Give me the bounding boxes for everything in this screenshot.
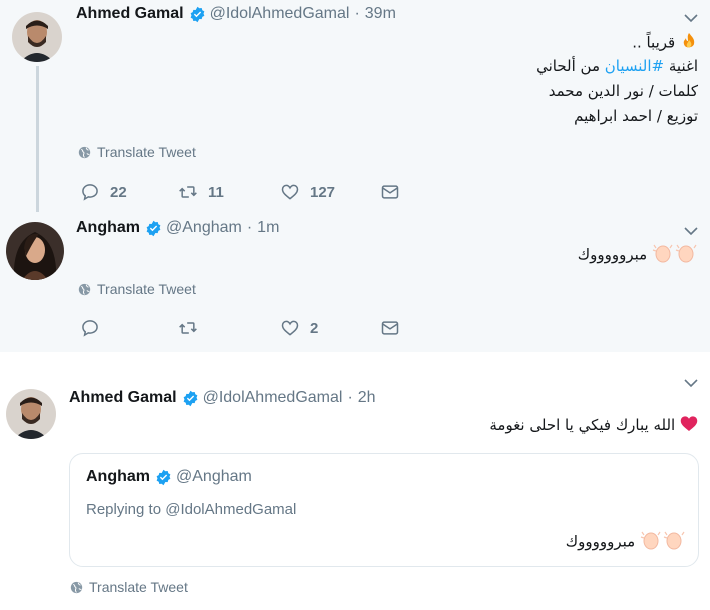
replying-to-mention[interactable]: @IdolAhmedGamal	[165, 501, 296, 518]
translate-tweet-link[interactable]: Translate Tweet	[78, 144, 196, 160]
tweet-text-line-1: قريباً ..	[632, 32, 698, 54]
verified-badge-icon	[183, 390, 197, 406]
author-name[interactable]: Ahmed Gamal	[69, 389, 177, 407]
tweet-ahmed-gamal-announcement[interactable]: Ahmed Gamal @IdolAhmedGamal · 39m قريباً…	[0, 0, 710, 214]
tweet-ahmed-gamal-quote[interactable]: Ahmed Gamal @IdolAhmedGamal · 2h الله يب…	[0, 365, 710, 610]
quoted-tweet-header: Angham @Angham	[86, 468, 252, 486]
reply-icon	[82, 184, 98, 201]
replying-to-line: Replying to @IdolAhmedGamal	[86, 501, 296, 518]
avatar-angham[interactable]	[6, 222, 64, 280]
retweet-button[interactable]: 11	[178, 182, 224, 202]
clapping-hands-emoji-icon	[652, 242, 698, 268]
avatar-ahmed-gamal[interactable]	[12, 12, 62, 62]
quoted-tweet-text-content: مبروووووك	[565, 532, 636, 551]
tweet-text: مبروووووك	[578, 242, 698, 268]
fire-emoji-icon	[680, 32, 698, 54]
retweet-button[interactable]	[178, 318, 208, 338]
replying-to-label: Replying to	[86, 501, 162, 518]
separator-dot: ·	[347, 389, 353, 406]
quoted-tweet-text: مبروووووك	[566, 529, 686, 555]
author-handle[interactable]: @IdolAhmedGamal	[210, 5, 350, 23]
translate-tweet-link[interactable]: Translate Tweet	[70, 579, 188, 595]
quoted-author-name: Angham	[86, 468, 150, 485]
verified-badge-icon	[190, 6, 204, 22]
tweet-header: Angham @Angham · 1m	[76, 219, 279, 237]
like-icon	[281, 320, 299, 336]
author-name[interactable]: Ahmed Gamal	[76, 5, 184, 23]
like-icon	[281, 184, 299, 200]
reply-button[interactable]	[80, 318, 110, 338]
like-count: 2	[310, 319, 319, 337]
tweet-angham-reply[interactable]: Angham @Angham · 1m مبروووووك Translate …	[0, 212, 710, 352]
tweet-text-composed: من ألحاني	[536, 57, 600, 75]
like-button[interactable]: 127	[280, 182, 335, 202]
translate-label: Translate Tweet	[89, 579, 188, 595]
timestamp[interactable]: 2h	[358, 389, 376, 407]
clapping-hands-emoji-icon	[640, 529, 686, 555]
reply-button[interactable]: 22	[80, 182, 127, 202]
quoted-tweet[interactable]: Angham @Angham Replying to @IdolAhmedGam…	[69, 453, 699, 567]
direct-message-button[interactable]	[380, 182, 410, 202]
retweet-count: 11	[208, 183, 224, 201]
verified-badge-icon	[156, 469, 171, 485]
direct-message-button[interactable]	[380, 318, 410, 338]
author-handle[interactable]: @Angham	[166, 219, 242, 237]
retweet-icon	[179, 186, 197, 198]
tweet-text-song: اغنية	[668, 57, 698, 75]
verified-badge-icon	[146, 220, 161, 236]
globe-icon	[78, 283, 91, 295]
tweet-header: Ahmed Gamal @IdolAhmedGamal · 39m	[76, 5, 396, 23]
reply-count: 22	[110, 183, 127, 201]
tweet-header: Ahmed Gamal @IdolAhmedGamal · 2h	[69, 389, 376, 407]
separator-dot: ·	[354, 5, 360, 22]
tweet-text-lyrics: كلمات / نور الدين محمد	[548, 82, 698, 100]
timestamp[interactable]: 39m	[365, 5, 396, 23]
quoted-author-handle: @Angham	[176, 468, 252, 485]
translate-tweet-link[interactable]: Translate Tweet	[78, 281, 196, 297]
reply-icon	[82, 320, 98, 337]
tweet-text-content: مبروووووك	[577, 245, 648, 264]
translate-label: Translate Tweet	[97, 281, 196, 297]
thread-connector-line	[36, 66, 39, 214]
globe-icon	[70, 581, 83, 593]
hashtag-link[interactable]: #النسيان	[605, 57, 664, 75]
red-heart-emoji-icon	[680, 415, 698, 436]
globe-icon	[78, 146, 91, 158]
avatar-ahmed-gamal[interactable]	[6, 389, 56, 439]
like-count: 127	[310, 183, 336, 201]
tweet-text-content: الله يبارك فيكي يا احلى نغومة	[489, 416, 676, 434]
retweet-icon	[179, 322, 197, 334]
author-name[interactable]: Angham	[76, 219, 140, 237]
tweet-text-line-2: اغنية #النسيان من ألحاني	[536, 57, 698, 75]
caret-down-icon[interactable]	[683, 226, 699, 236]
tweet-text: الله يبارك فيكي يا احلى نغومة	[489, 415, 698, 436]
caret-down-icon[interactable]	[683, 378, 699, 388]
direct-message-icon	[381, 185, 399, 199]
separator-dot: ·	[246, 219, 253, 236]
author-handle[interactable]: @IdolAhmedGamal	[203, 389, 343, 407]
timestamp[interactable]: 1m	[257, 219, 279, 237]
tweet-text-arrangement: توزيع / احمد ابراهيم	[574, 107, 698, 125]
like-button[interactable]: 2	[280, 318, 318, 338]
direct-message-icon	[381, 321, 399, 335]
caret-down-icon[interactable]	[683, 13, 699, 23]
translate-label: Translate Tweet	[97, 144, 196, 160]
tweet-text-soon: قريباً ..	[632, 33, 676, 52]
